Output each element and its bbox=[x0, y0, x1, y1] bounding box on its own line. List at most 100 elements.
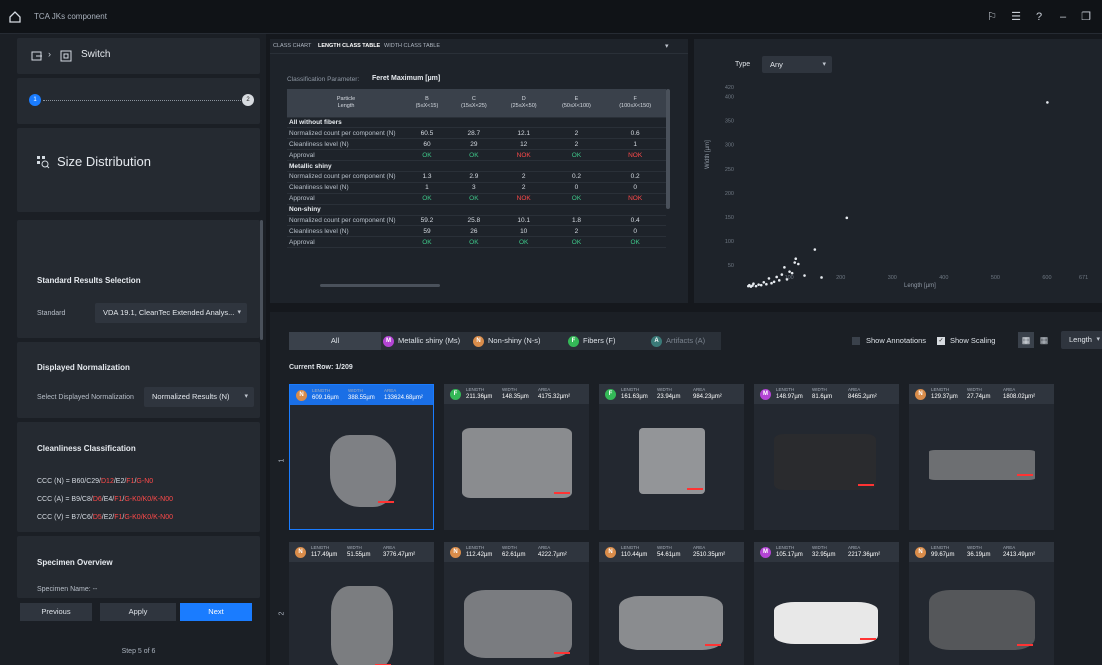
y-tick-label: 200 bbox=[725, 191, 734, 197]
previous-button[interactable]: Previous bbox=[20, 603, 92, 621]
sort-dropdown[interactable]: Length ▾ bbox=[1061, 331, 1102, 349]
next-button[interactable]: Next bbox=[180, 603, 252, 621]
table-cell: 2 bbox=[548, 138, 605, 151]
scatter-point[interactable] bbox=[813, 248, 817, 251]
length-class-panel: CLASS CHART LENGTH CLASS TABLE WIDTH CLA… bbox=[270, 39, 688, 303]
scatter-point[interactable] bbox=[790, 271, 794, 275]
table-cell: 59.2 bbox=[405, 215, 449, 227]
area-header: AREA bbox=[1003, 387, 1016, 392]
step-2-marker[interactable]: 2 bbox=[242, 94, 254, 106]
normalization-dropdown[interactable]: Normalized Results (N) ▾ bbox=[144, 387, 254, 407]
filter-non-shiny[interactable]: N Non-shiny (N-s) bbox=[471, 332, 564, 350]
restore-icon[interactable]: ❐ bbox=[1078, 9, 1094, 25]
scatter-point[interactable] bbox=[793, 261, 797, 264]
particle-card[interactable]: N LENGTH WIDTH AREA 609.16µm 388.55µm 133624.6… bbox=[289, 384, 434, 530]
table-row: Approval OK OK NOK OK NOK bbox=[287, 149, 666, 162]
particle-card[interactable]: F LENGTH WIDTH AREA 161.63µm 23.94µm 984.23µm² bbox=[599, 384, 744, 530]
tab-width-class-table[interactable]: WIDTH CLASS TABLE bbox=[384, 43, 440, 49]
particle-card[interactable]: N LENGTH WIDTH AREA 117.49µm 51.55µm 3776.47µm… bbox=[289, 542, 434, 665]
width-header: WIDTH bbox=[657, 387, 672, 392]
switch-section[interactable]: › Switch bbox=[17, 38, 260, 74]
menu-icon[interactable]: ☰ bbox=[1008, 9, 1024, 25]
scatter-point[interactable] bbox=[747, 284, 750, 288]
scatter-point[interactable] bbox=[775, 275, 778, 279]
area-value: 984.23µm² bbox=[693, 394, 722, 400]
scatter-point[interactable] bbox=[783, 266, 786, 269]
table-horizontal-scrollbar[interactable] bbox=[320, 284, 440, 287]
particle-card[interactable]: N LENGTH WIDTH AREA 110.44µm 54.61µm 2510.35µm… bbox=[599, 542, 744, 665]
show-scaling-checkbox[interactable]: ✓ bbox=[937, 337, 945, 345]
filter-all-button[interactable]: All bbox=[289, 332, 381, 350]
scatter-point[interactable] bbox=[772, 280, 776, 284]
flag-icon[interactable]: ⚐ bbox=[984, 9, 1000, 25]
show-scaling-label: Show Scaling bbox=[950, 336, 996, 345]
help-icon[interactable]: ? bbox=[1031, 9, 1047, 25]
scatter-point[interactable] bbox=[803, 274, 806, 277]
filter-artifacts[interactable]: A Artifacts (A) bbox=[649, 332, 721, 350]
table-vertical-scrollbar[interactable] bbox=[666, 89, 670, 209]
table-cell: 60.5 bbox=[405, 127, 449, 140]
width-header: WIDTH bbox=[347, 545, 362, 550]
scatter-point[interactable] bbox=[767, 277, 771, 280]
scatter-point[interactable] bbox=[780, 273, 784, 276]
area-header: AREA bbox=[384, 388, 397, 393]
scale-bar bbox=[687, 488, 703, 490]
scatter-point[interactable] bbox=[785, 278, 789, 281]
scatter-point[interactable] bbox=[1046, 101, 1049, 104]
filter-fibers[interactable]: F Fibers (F) bbox=[564, 332, 649, 350]
particle-class-badge-icon: N bbox=[295, 547, 306, 558]
table-cell: OK bbox=[548, 149, 605, 162]
artifacts-badge-icon: A bbox=[651, 335, 662, 347]
scatter-point[interactable] bbox=[794, 257, 798, 260]
panel-menu-chevron-icon[interactable]: ▾ bbox=[665, 42, 669, 50]
scatter-point[interactable] bbox=[765, 282, 768, 286]
length-value: 99.67µm bbox=[931, 552, 955, 558]
scatter-point[interactable] bbox=[777, 279, 781, 282]
particle-card[interactable]: F LENGTH WIDTH AREA 211.36µm 148.35µm 4175.32µ… bbox=[444, 384, 589, 530]
scatter-point[interactable] bbox=[845, 216, 849, 220]
length-header: LENGTH bbox=[776, 545, 795, 550]
scatter-point[interactable] bbox=[788, 270, 791, 273]
x-tick-label: 600 bbox=[1042, 275, 1051, 281]
scatter-point[interactable] bbox=[762, 280, 766, 284]
grid-large-view-icon[interactable]: ▦ bbox=[1018, 332, 1034, 348]
particle-card[interactable]: M LENGTH WIDTH AREA 105.17µm 32.95µm 2217.36µm… bbox=[754, 542, 899, 665]
width-value: 32.95µm bbox=[812, 552, 836, 558]
table-row: Normalized count per component (N) 59.2 25… bbox=[287, 215, 666, 227]
particle-class-badge-icon: F bbox=[605, 389, 616, 400]
particle-image bbox=[462, 428, 572, 498]
table-cell: 0 bbox=[604, 182, 666, 194]
scatter-point[interactable] bbox=[797, 262, 800, 266]
scatter-point[interactable] bbox=[770, 281, 773, 285]
scatter-point[interactable] bbox=[820, 276, 823, 279]
apply-button[interactable]: Apply bbox=[100, 603, 176, 621]
particle-image bbox=[619, 596, 723, 650]
particle-card[interactable]: N LENGTH WIDTH AREA 112.42µm 62.61µm 4222.7µm² bbox=[444, 542, 589, 665]
particle-card[interactable]: M LENGTH WIDTH AREA 148.97µm 81.6µm 8465.2µm² bbox=[754, 384, 899, 530]
show-annotations-checkbox[interactable] bbox=[852, 337, 860, 345]
scatter-point[interactable] bbox=[759, 283, 763, 287]
filter-metallic-shiny[interactable]: M Metallic shiny (Ms) bbox=[381, 332, 471, 350]
table-cell: 2 bbox=[548, 127, 605, 140]
x-tick-label: 200 bbox=[836, 275, 845, 281]
scale-bar bbox=[554, 492, 570, 494]
step-1-marker[interactable]: 1 bbox=[29, 94, 41, 106]
scatter-point[interactable] bbox=[757, 283, 760, 286]
scatter-point[interactable] bbox=[754, 284, 758, 288]
minimize-icon[interactable]: – bbox=[1055, 9, 1071, 25]
particle-card[interactable]: N LENGTH WIDTH AREA 129.37µm 27.74µm 1808.02µm… bbox=[909, 384, 1054, 530]
length-value: 105.17µm bbox=[776, 552, 803, 558]
grid-small-view-icon[interactable]: ▦ bbox=[1036, 332, 1052, 348]
particle-card[interactable]: N LENGTH WIDTH AREA 99.67µm 36.19µm 2413.49µm² bbox=[909, 542, 1054, 665]
standard-dropdown[interactable]: VDA 19.1, CleanTec Extended Analys... ▾ bbox=[95, 303, 247, 323]
length-width-scatter[interactable]: 42040035030025020015010050 100 200 300 400 5… bbox=[694, 39, 1102, 303]
tab-length-class-table[interactable]: LENGTH CLASS TABLE bbox=[318, 43, 380, 49]
wizard-footer: Previous Apply Next Step 5 of 6 bbox=[17, 598, 260, 665]
home-icon[interactable] bbox=[8, 10, 22, 24]
sidebar-scrollbar[interactable] bbox=[260, 220, 263, 340]
width-value: 81.6µm bbox=[812, 394, 833, 400]
tab-class-chart[interactable]: CLASS CHART bbox=[273, 43, 311, 49]
length-value: 148.97µm bbox=[776, 394, 803, 400]
particle-card-header: M LENGTH WIDTH AREA 148.97µm 81.6µm 8465.2µm² bbox=[754, 384, 899, 404]
table-row: Normalized count per component (N) 1.3 2.9… bbox=[287, 171, 666, 183]
